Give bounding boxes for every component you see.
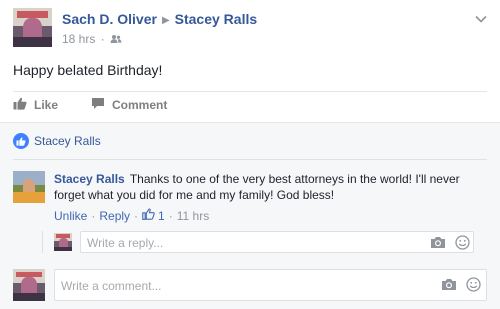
emoji-icon[interactable] — [466, 277, 481, 297]
current-user-avatar — [13, 269, 45, 301]
like-label: Like — [34, 98, 59, 112]
triangle-right-icon: ▶ — [161, 15, 170, 26]
comments-section: Stacey Ralls Stacey Ralls Thanks to one … — [0, 122, 500, 309]
speech-bubble-icon — [91, 97, 112, 113]
comment-box — [54, 269, 487, 301]
post-meta: 18 hrs · — [62, 32, 122, 47]
camera-icon[interactable] — [441, 278, 457, 296]
author-avatar[interactable] — [13, 8, 52, 47]
reactions-summary[interactable]: Stacey Ralls — [13, 133, 101, 149]
post-timestamp[interactable]: 18 hrs — [62, 32, 95, 46]
divider — [13, 91, 487, 92]
comment-input[interactable] — [61, 278, 421, 294]
reply-box — [80, 231, 474, 253]
like-count-value: 1 — [158, 208, 165, 223]
comment-actions: Unlike · Reply · 1 · 11 hrs — [54, 208, 210, 223]
comment-timestamp[interactable]: 11 hrs — [177, 209, 209, 223]
like-button[interactable]: Like — [13, 97, 58, 113]
post-text: Happy belated Birthday! — [13, 62, 163, 78]
reply-input[interactable] — [87, 235, 417, 250]
comment-like-count[interactable]: 1 — [142, 208, 165, 223]
author-name-link[interactable]: Sach D. Oliver — [62, 11, 157, 27]
like-reaction-icon — [13, 133, 29, 149]
emoji-icon[interactable] — [455, 235, 470, 255]
chevron-down-icon[interactable] — [475, 10, 487, 28]
friends-icon[interactable] — [110, 33, 122, 47]
reactors-names[interactable]: Stacey Ralls — [34, 134, 101, 148]
post-header-names: Sach D. Oliver ▶ Stacey Ralls — [62, 11, 257, 27]
comment-label: Comment — [112, 98, 168, 112]
thumbs-up-icon — [13, 97, 34, 113]
comment-body: Stacey Ralls Thanks to one of the very b… — [54, 171, 474, 203]
target-name-link[interactable]: Stacey Ralls — [175, 11, 258, 27]
reply-thread-line — [42, 231, 43, 253]
divider — [13, 159, 487, 160]
camera-icon[interactable] — [430, 236, 446, 254]
comment-author-link[interactable]: Stacey Ralls — [54, 172, 125, 186]
reply-link[interactable]: Reply — [99, 209, 130, 223]
thumbs-up-outline-icon — [142, 208, 158, 223]
facebook-post: Sach D. Oliver ▶ Stacey Ralls 18 hrs · Hap… — [0, 0, 500, 309]
comment-button[interactable]: Comment — [91, 97, 167, 113]
reply-avatar — [54, 233, 72, 251]
unlike-link[interactable]: Unlike — [54, 209, 87, 223]
commenter-avatar[interactable] — [13, 171, 45, 203]
